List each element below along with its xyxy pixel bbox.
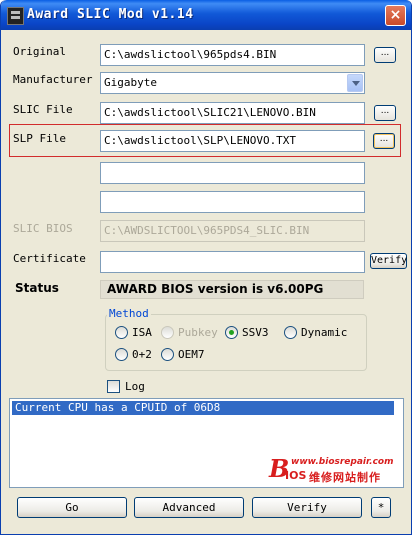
- slic-bios-label: SLIC BIOS: [13, 222, 73, 235]
- radio-isa-label: ISA: [132, 326, 152, 339]
- close-button[interactable]: ×: [385, 5, 406, 26]
- method-legend: Method: [107, 307, 151, 320]
- go-button[interactable]: Go: [17, 497, 127, 518]
- certificate-label: Certificate: [13, 252, 86, 265]
- extra-field-1[interactable]: [100, 162, 365, 184]
- extra-field-2[interactable]: [100, 191, 365, 213]
- certificate-field[interactable]: [100, 251, 365, 273]
- log-checkbox-label: Log: [125, 380, 145, 393]
- radio-selected-dot: [229, 330, 234, 335]
- radio-ssv3[interactable]: [225, 326, 238, 339]
- radio-dynamic-label: Dynamic: [301, 326, 348, 339]
- certificate-verify-button[interactable]: Verify: [370, 253, 407, 269]
- brand-url: www.biosrepair.com: [291, 457, 394, 467]
- radio-isa[interactable]: [115, 326, 128, 339]
- slic-file-label: SLIC File: [13, 103, 73, 116]
- radio-ssv3-label: SSV3: [242, 326, 269, 339]
- radio-pubkey-label: Pubkey: [178, 326, 218, 339]
- manufacturer-select[interactable]: Gigabyte: [100, 72, 365, 94]
- brand-chinese-text: 维修网站制作: [309, 471, 381, 484]
- biosrepair-watermark: B www.biosrepair.com IOS 维修网站制作: [269, 454, 403, 486]
- chevron-down-icon[interactable]: [347, 74, 363, 92]
- slic-file-path-field[interactable]: C:\awdslictool\SLIC21\LENOVO.BIN: [100, 102, 365, 124]
- original-label: Original: [13, 45, 66, 58]
- manufacturer-selected-value: Gigabyte: [104, 76, 157, 89]
- window-title: Award SLIC Mod v1.14: [27, 7, 194, 22]
- radio-dynamic[interactable]: [284, 326, 297, 339]
- original-browse-button[interactable]: ...: [374, 47, 396, 63]
- advanced-button[interactable]: Advanced: [134, 497, 244, 518]
- verify-button[interactable]: Verify: [252, 497, 362, 518]
- method-group: [105, 314, 367, 371]
- slp-file-label: SLP File: [13, 132, 66, 145]
- radio-oem7[interactable]: [161, 348, 174, 361]
- brand-ios: IOS: [285, 469, 307, 482]
- log-checkbox[interactable]: [107, 380, 120, 393]
- manufacturer-label: Manufacturer: [13, 73, 93, 86]
- app-icon: [7, 7, 24, 25]
- slic-bios-path-field: C:\AWDSLICTOOL\965PDS4_SLIC.BIN: [100, 220, 365, 242]
- slp-file-browse-button[interactable]: ...: [373, 133, 395, 149]
- slic-file-browse-button[interactable]: ...: [374, 105, 396, 121]
- original-path-field[interactable]: C:\awdslictool\965pds4.BIN: [100, 44, 365, 66]
- radio-0plus2[interactable]: [115, 348, 128, 361]
- radio-0plus2-label: 0+2: [132, 348, 152, 361]
- radio-oem7-label: OEM7: [178, 348, 205, 361]
- log-line[interactable]: Current CPU has a CPUID of 06D8: [12, 401, 394, 415]
- title-bar[interactable]: Award SLIC Mod v1.14 ×: [1, 0, 411, 30]
- slp-file-path-field[interactable]: C:\awdslictool\SLP\LENOVO.TXT: [100, 130, 365, 152]
- status-label: Status: [15, 281, 59, 295]
- status-value: AWARD BIOS version is v6.00PG: [100, 280, 364, 299]
- app-window: Award SLIC Mod v1.14 × Original C:\awdsl…: [0, 0, 412, 535]
- radio-pubkey: [161, 326, 174, 339]
- small-star-button[interactable]: *: [371, 497, 391, 518]
